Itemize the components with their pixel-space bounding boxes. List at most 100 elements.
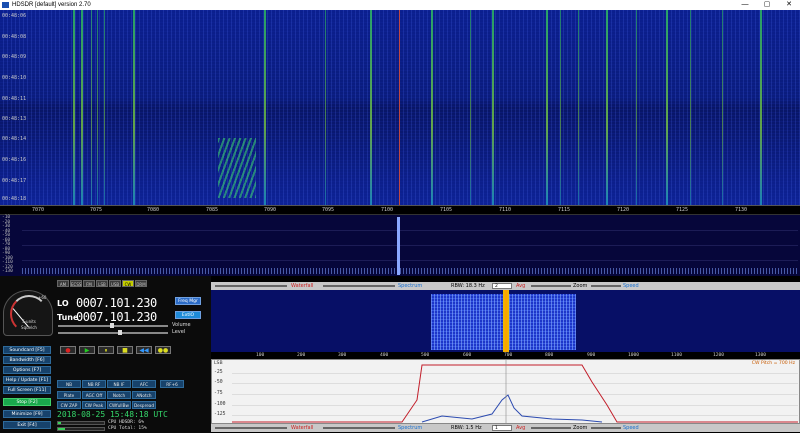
rewind-button[interactable]: ◀◀ bbox=[136, 346, 152, 354]
zoom-speed-slider[interactable] bbox=[591, 427, 621, 429]
pause-button[interactable]: ⏸ bbox=[98, 346, 114, 354]
minimize-app-button[interactable]: Minimize [F9] bbox=[3, 410, 51, 418]
volume-slider[interactable] bbox=[58, 323, 168, 328]
volume-label: Volume bbox=[172, 322, 191, 328]
zoom-tick: 900 bbox=[587, 353, 596, 358]
play-button[interactable]: ▶ bbox=[79, 346, 95, 354]
bandwidth-button[interactable]: Bandwidth [F6] bbox=[3, 356, 51, 364]
rbw-label: RBW: 18.3 Hz bbox=[451, 283, 485, 289]
mode-usb-button[interactable]: USB bbox=[109, 280, 121, 287]
maximize-button[interactable]: ▢ bbox=[756, 0, 778, 10]
main-display-toolbar: Waterfall Spectrum RBW: 18.3 Hz 2 Avg Zo… bbox=[211, 282, 800, 290]
freq-tick: 7120 bbox=[617, 207, 630, 213]
signal-peak bbox=[397, 217, 400, 275]
nb-button[interactable]: NB bbox=[57, 380, 81, 388]
stop-record-button[interactable]: ■ bbox=[117, 346, 133, 354]
zoom-label: Zoom bbox=[573, 283, 588, 289]
mode-fm-button[interactable]: FM bbox=[83, 280, 95, 287]
window-title: HDSDR [default] version 2.70 bbox=[12, 2, 91, 8]
freq-tick: 7070 bbox=[32, 207, 45, 213]
mode-am-button[interactable]: AM bbox=[57, 280, 69, 287]
freq-tick: 7095 bbox=[322, 207, 335, 213]
cw-fullbw-button[interactable]: CWfullBw bbox=[107, 401, 131, 409]
help-update-button[interactable]: Help / Update [F1] bbox=[3, 376, 51, 384]
close-button[interactable]: ✕ bbox=[778, 0, 800, 10]
waterfall-slider[interactable] bbox=[215, 285, 287, 287]
db-label: -130 bbox=[2, 269, 13, 274]
nb-rf-button[interactable]: NB RF bbox=[82, 380, 106, 388]
spectrum-slider[interactable] bbox=[323, 285, 395, 287]
cpu-hdsdr-label: CPU HDSDR: 6% bbox=[108, 420, 144, 425]
signal-trace bbox=[690, 10, 691, 205]
zoom-frequency-scale[interactable]: 100 200 300 400 500 600 700 800 900 1000… bbox=[211, 352, 800, 359]
zoom-avg-select[interactable]: 1 bbox=[492, 425, 512, 431]
soundcard-button[interactable]: Soundcard [F5] bbox=[3, 346, 51, 354]
rf-plus6-button[interactable]: RF+6 bbox=[160, 380, 184, 388]
freq-tick: 7090 bbox=[264, 207, 277, 213]
cw-zap-button[interactable]: CW ZAP bbox=[57, 401, 81, 409]
loop-button[interactable]: ●● bbox=[155, 346, 171, 354]
minimize-button[interactable]: — bbox=[734, 0, 756, 10]
exit-button[interactable]: Exit [F4] bbox=[3, 421, 51, 429]
options-button[interactable]: Options [F7] bbox=[3, 366, 51, 374]
signal-trace bbox=[97, 10, 98, 205]
zoom-tick: 700 bbox=[504, 353, 513, 358]
afc-button[interactable]: AFC bbox=[132, 380, 156, 388]
despread-button[interactable]: Despread bbox=[132, 401, 156, 409]
cpu-hdsdr-bar bbox=[57, 421, 105, 425]
zoom-waterfall[interactable] bbox=[211, 290, 800, 352]
zoom-spectrum-slider[interactable] bbox=[323, 427, 395, 429]
zoom-spectrum[interactable]: LSB CW Pitch = 700 Hz -25 -50 -75 -100 -… bbox=[211, 359, 800, 424]
agc-off-button[interactable]: AGC Off bbox=[82, 391, 106, 399]
lo-frequency[interactable]: 0007.101.230 bbox=[76, 296, 157, 310]
time-label: 00:48:09 bbox=[2, 54, 27, 60]
cpu-total-fill bbox=[58, 428, 65, 430]
avg-select[interactable]: 2 bbox=[492, 283, 512, 289]
filter-passband-trace bbox=[232, 364, 798, 423]
zoom-tick: 1000 bbox=[628, 353, 640, 358]
time-label: 00:48:06 bbox=[2, 13, 27, 19]
title-bar: HDSDR [default] version 2.70 — ▢ ✕ bbox=[0, 0, 800, 10]
volume-knob[interactable] bbox=[110, 323, 114, 328]
record-button[interactable]: ● bbox=[60, 346, 76, 354]
freq-mgr-button[interactable]: Freq Mgr bbox=[175, 297, 201, 305]
time-label: 00:48:14 bbox=[2, 136, 27, 142]
mode-ecss-button[interactable]: ECSS bbox=[70, 280, 82, 287]
notch-button[interactable]: Notch bbox=[107, 391, 131, 399]
nb-if-button[interactable]: NB IF bbox=[107, 380, 131, 388]
zoom-zoom-slider[interactable] bbox=[531, 427, 571, 429]
cw-peak-button[interactable]: CW Peak bbox=[82, 401, 106, 409]
zoom-waterfall-slider[interactable] bbox=[215, 427, 287, 429]
full-screen-button[interactable]: Full Screen [F11] bbox=[3, 386, 51, 394]
burst-signal bbox=[218, 138, 256, 198]
speed-slider[interactable] bbox=[591, 285, 621, 287]
mode-lsb-button[interactable]: LSB bbox=[96, 280, 108, 287]
signal-trace bbox=[81, 10, 83, 205]
mode-cw-button[interactable]: CW bbox=[122, 280, 134, 287]
extio-button[interactable]: ExtIO bbox=[175, 311, 201, 319]
zoom-tick: 1200 bbox=[713, 353, 725, 358]
mode-drm-button[interactable]: DRM bbox=[135, 280, 147, 287]
signal-trace bbox=[760, 10, 762, 205]
waterfall-label: Waterfall bbox=[291, 283, 314, 289]
frequency-scale[interactable]: 7070 7075 7080 7085 7090 7095 7100 7105 … bbox=[0, 205, 800, 214]
zoom-slider[interactable] bbox=[531, 285, 571, 287]
gridline bbox=[22, 260, 798, 261]
plate-button[interactable]: Plate bbox=[57, 391, 81, 399]
s-meter: +60 S-units Squelch bbox=[3, 290, 53, 336]
zoom-carrier-line bbox=[503, 290, 509, 352]
zoom-zoom-label: Zoom bbox=[573, 425, 588, 431]
stop-button[interactable]: Stop [F2] bbox=[3, 398, 51, 406]
tune-frequency[interactable]: 0007.101.230 bbox=[76, 310, 157, 324]
zoom-tick: 400 bbox=[380, 353, 389, 358]
main-waterfall[interactable]: 00:48:06 00:48:08 00:48:09 00:48:10 00:4… bbox=[0, 10, 800, 205]
level-slider[interactable] bbox=[58, 330, 168, 335]
main-spectrum[interactable]: -10 -20 -30 -40 -50 -60 -70 -80 -90 -100… bbox=[0, 214, 800, 276]
level-knob[interactable] bbox=[118, 330, 122, 335]
cpu-total-bar bbox=[57, 427, 105, 431]
cpu-hdsdr-fill bbox=[58, 422, 61, 424]
squelch-label[interactable]: Squelch bbox=[18, 325, 40, 330]
time-label: 00:48:10 bbox=[2, 75, 27, 81]
zoom-display-toolbar: Waterfall Spectrum RBW: 1.5 Hz 1 Avg Zoo… bbox=[211, 424, 800, 432]
anotch-button[interactable]: ANotch bbox=[132, 391, 156, 399]
